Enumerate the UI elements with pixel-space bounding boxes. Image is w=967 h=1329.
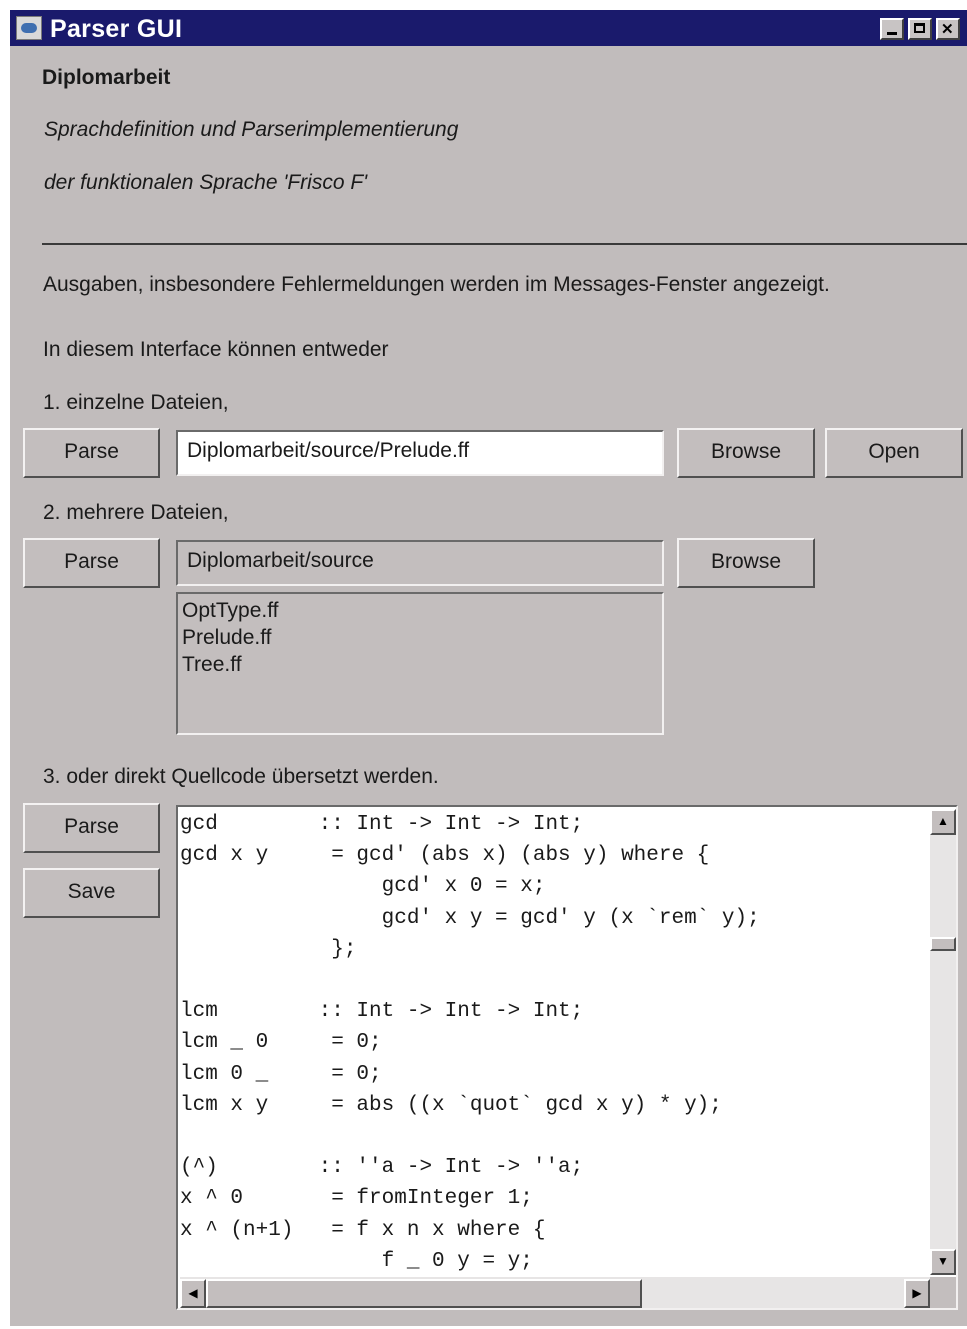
maximize-button[interactable] [908,18,932,40]
parse-file-button[interactable]: Parse [23,428,160,478]
interface-intro: In diesem Interface können entweder [43,338,389,361]
open-file-button[interactable]: Open [825,428,963,478]
list-item[interactable]: OptType.ff [182,597,662,624]
browse-directory-button[interactable]: Browse [677,538,815,588]
window-title: Parser GUI [50,15,183,43]
file-path-field[interactable]: Diplomarbeit/source/Prelude.ff [176,430,664,476]
java-cup-icon [16,16,42,40]
parse-source-button[interactable]: Parse [23,803,160,853]
scroll-right-button[interactable]: ▶ [904,1279,930,1308]
list-item[interactable]: Prelude.ff [182,624,662,651]
minimize-button[interactable] [880,18,904,40]
vertical-scroll-thumb[interactable] [930,937,956,951]
messages-note: Ausgaben, insbesondere Fehlermeldungen w… [43,273,830,296]
parser-gui-window: Parser GUI Diplomarbeit Sprachdefinition… [10,10,967,1326]
section-3-label: 3. oder direkt Quellcode übersetzt werde… [43,765,439,788]
close-button[interactable] [936,18,960,40]
arrow-right-icon: ▶ [912,1286,922,1300]
arrow-down-icon: ▼ [937,1254,949,1268]
scroll-left-button[interactable]: ◀ [180,1279,206,1308]
section-2-label: 2. mehrere Dateien, [43,501,229,524]
section-1-label: 1. einzelne Dateien, [43,391,229,414]
heading: Diplomarbeit [42,66,171,89]
list-item[interactable]: Tree.ff [182,651,662,678]
source-code-text[interactable]: gcd :: Int -> Int -> Int; gcd x y = gcd'… [180,809,928,1275]
scrollbar-corner [930,1277,956,1308]
subtitle-line-2: der funktionalen Sprache 'Frisco F' [44,171,368,194]
arrow-up-icon: ▲ [937,814,949,828]
subtitle-line-1: Sprachdefinition und Parserimplementieru… [44,118,459,141]
save-source-button[interactable]: Save [23,868,160,918]
directory-path-field[interactable]: Diplomarbeit/source [176,540,664,586]
scroll-down-button[interactable]: ▼ [930,1249,956,1275]
scroll-up-button[interactable]: ▲ [930,809,956,835]
vertical-scrollbar[interactable]: ▲ ▼ [930,809,956,1275]
separator [42,243,967,245]
horizontal-scroll-thumb[interactable] [206,1279,642,1308]
horizontal-scrollbar[interactable]: ◀ ▶ [180,1277,930,1308]
browse-file-button[interactable]: Browse [677,428,815,478]
parse-directory-button[interactable]: Parse [23,538,160,588]
source-code-editor[interactable]: gcd :: Int -> Int -> Int; gcd x y = gcd'… [176,805,958,1310]
file-list[interactable]: OptType.ff Prelude.ff Tree.ff [176,592,664,735]
title-bar[interactable]: Parser GUI [10,10,967,46]
arrow-left-icon: ◀ [188,1286,198,1300]
